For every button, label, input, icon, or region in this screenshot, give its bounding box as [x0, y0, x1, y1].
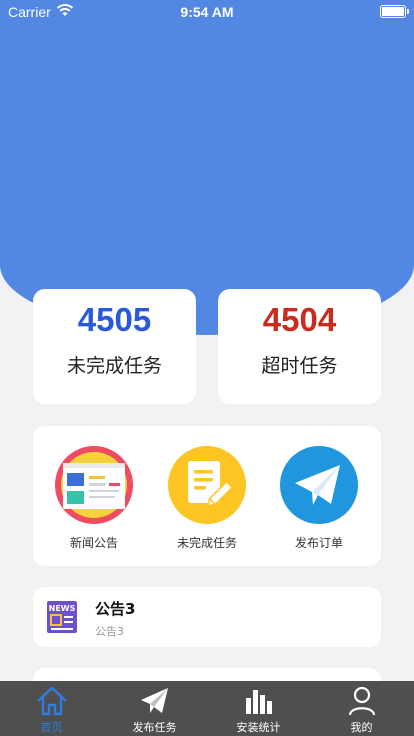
- overdue-tasks-card[interactable]: 4504 超时任务: [218, 289, 381, 404]
- menu-item-news[interactable]: 新闻公告: [44, 446, 144, 551]
- bar-chart-icon: [243, 686, 275, 716]
- tab-publish-task[interactable]: 发布任务: [103, 681, 206, 736]
- home-icon: [36, 686, 68, 716]
- unfinished-tasks-card[interactable]: 4505 未完成任务: [33, 289, 196, 404]
- unfinished-tasks-count: 4505: [77, 301, 152, 338]
- tab-mine-label: 我的: [350, 721, 373, 734]
- quick-menu: 新闻公告 未完成任务 发布订单: [33, 426, 381, 566]
- send-icon: [139, 686, 171, 716]
- notice-item[interactable]: NEWS 公告3 公告3: [33, 587, 381, 647]
- user-icon: [346, 686, 378, 716]
- paper-plane-icon: [280, 446, 358, 524]
- tab-install-stats-label: 安装统计: [236, 721, 281, 734]
- tab-bar: 首页 发布任务 安装统计 我的: [0, 681, 414, 736]
- tab-install-stats[interactable]: 安装统计: [207, 681, 310, 736]
- notice-title: 公告3: [95, 600, 136, 618]
- tab-home[interactable]: 首页: [0, 681, 103, 736]
- svg-text:NEWS: NEWS: [49, 604, 76, 613]
- tab-home-label: 首页: [40, 721, 63, 734]
- news-icon: NEWS: [47, 601, 77, 633]
- overdue-tasks-count: 4504: [262, 301, 337, 338]
- status-bar: Carrier 9:54 AM: [0, 0, 414, 24]
- clock: 9:54 AM: [180, 4, 234, 20]
- header-background: [0, 0, 414, 335]
- unfinished-tasks-label: 未完成任务: [66, 355, 162, 377]
- menu-item-news-label: 新闻公告: [69, 536, 118, 550]
- menu-item-publish-order-label: 发布订单: [294, 536, 343, 550]
- menu-item-unfinished-label: 未完成任务: [176, 536, 237, 550]
- news-board-icon: [55, 446, 133, 524]
- tab-mine[interactable]: 我的: [310, 681, 413, 736]
- battery-icon: [380, 5, 409, 18]
- menu-item-publish-order[interactable]: 发布订单: [269, 446, 369, 551]
- note-pencil-icon: [168, 446, 246, 524]
- menu-item-unfinished[interactable]: 未完成任务: [157, 446, 257, 551]
- tab-publish-task-label: 发布任务: [132, 721, 177, 734]
- overdue-tasks-label: 超时任务: [261, 355, 338, 377]
- notice-subtitle: 公告3: [95, 625, 124, 638]
